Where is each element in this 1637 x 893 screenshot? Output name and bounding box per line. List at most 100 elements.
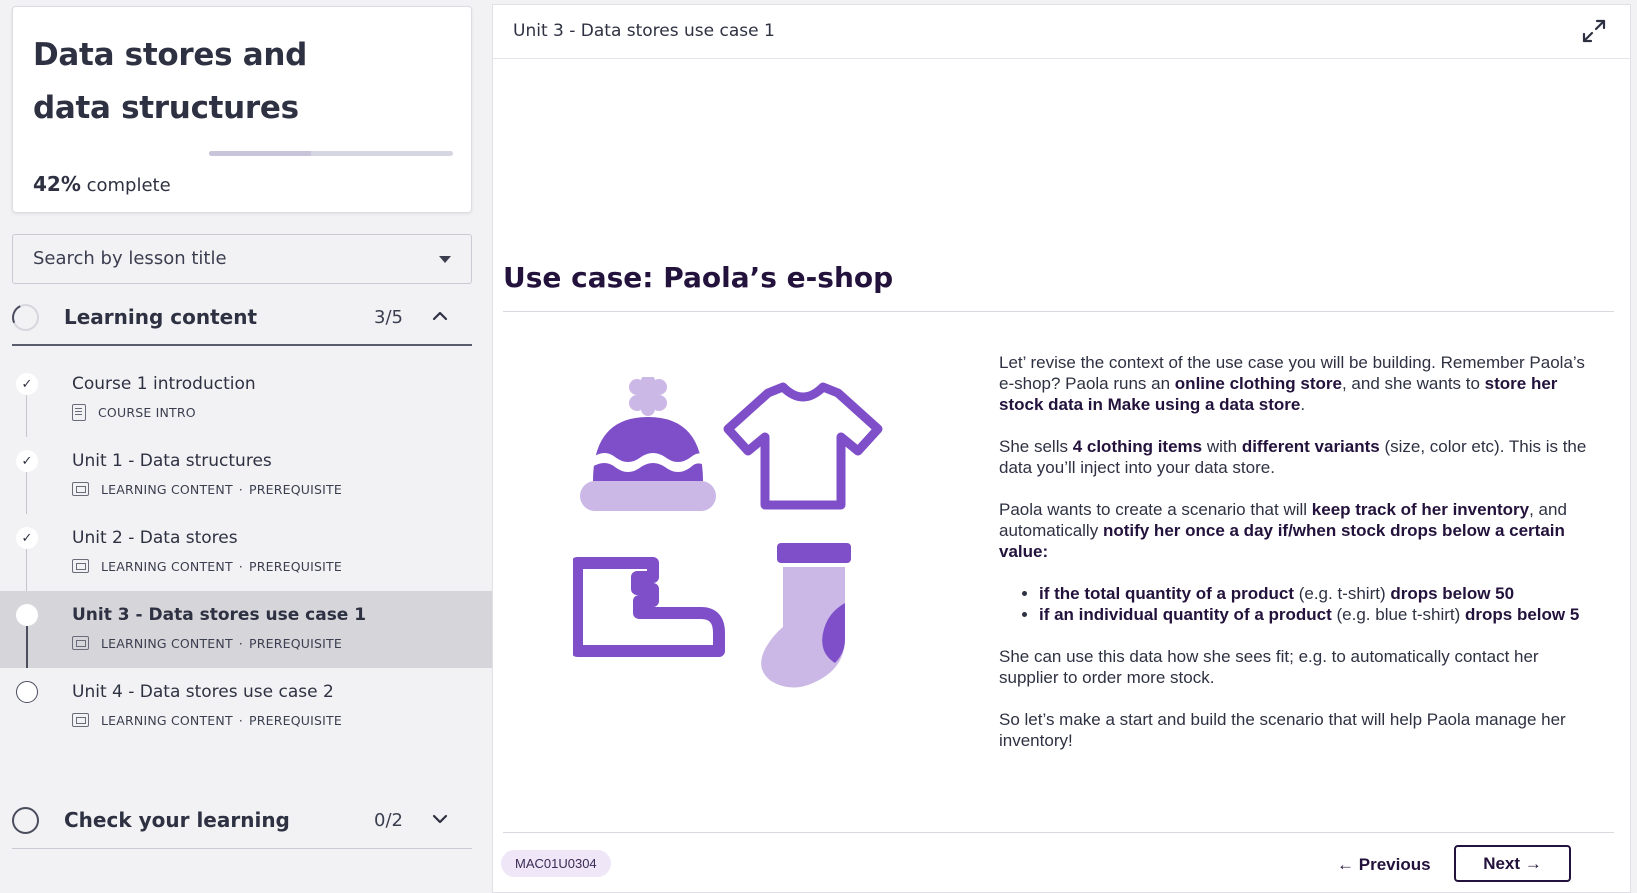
lesson-type: LEARNING CONTENT	[101, 558, 233, 574]
text-bold: if the total quantity of a product	[1039, 584, 1294, 603]
text-span: .	[1300, 395, 1306, 414]
text-span: She sells	[999, 437, 1073, 456]
lesson-item-unit-3[interactable]: Unit 3 - Data stores use case 1 LEARNING…	[0, 591, 492, 668]
section-header-check-your-learning[interactable]: Check your learning 0/2	[12, 793, 472, 849]
document-icon	[72, 403, 86, 421]
previous-button[interactable]: ← Previous	[1331, 848, 1437, 882]
lesson-meta: LEARNING CONTENT · PREREQUISITE	[72, 557, 342, 575]
lesson-type: LEARNING CONTENT	[101, 635, 233, 651]
lesson-title: Unit 3 - Data stores use case 1	[72, 605, 367, 625]
check-icon: ✓	[16, 373, 38, 395]
paragraph-items: She sells 4 clothing items with differen…	[999, 436, 1599, 478]
lesson-meta: LEARNING CONTENT · PREREQUISITE	[72, 480, 342, 498]
check-icon: ✓	[16, 450, 38, 472]
lesson-item-unit-4[interactable]: Unit 4 - Data stores use case 2 LEARNING…	[0, 668, 492, 745]
slides-icon	[72, 713, 89, 727]
progress-label: 42% complete	[33, 172, 171, 196]
unit-title: Unit 3 - Data stores use case 1	[513, 21, 775, 41]
meta-separator: ·	[238, 558, 243, 574]
lesson-meta: LEARNING CONTENT · PREREQUISITE	[72, 634, 342, 652]
progress-value: 42%	[33, 172, 81, 196]
sock-icon	[761, 543, 851, 688]
expand-fullscreen-icon[interactable]	[1580, 17, 1608, 45]
course-sidebar: Data stores and data structures 42% comp…	[0, 0, 492, 893]
text-bold: if an individual quantity of a product	[1039, 605, 1332, 624]
lesson-tag: PREREQUISITE	[248, 481, 342, 497]
text-span: with	[1202, 437, 1242, 456]
check-icon: ✓	[16, 527, 38, 549]
section-title: Learning content	[64, 305, 258, 329]
lesson-type: LEARNING CONTENT	[101, 481, 233, 497]
lesson-meta: COURSE INTRO	[72, 403, 196, 421]
text-span: Paola wants to create a scenario that wi…	[999, 500, 1312, 519]
section-count: 3/5	[374, 307, 403, 328]
slides-icon	[72, 559, 89, 573]
progress-bar	[209, 151, 453, 156]
search-placeholder: Search by lesson title	[33, 248, 227, 269]
chevron-down-icon[interactable]	[430, 809, 450, 829]
dropdown-caret-icon	[439, 256, 451, 263]
meta-separator: ·	[238, 481, 243, 497]
progress-ring-icon	[12, 807, 39, 834]
arrow-left-icon: ←	[1337, 855, 1354, 874]
beanie-hat-icon	[580, 377, 716, 511]
text-span: (e.g. blue t-shirt)	[1331, 605, 1465, 624]
heading-divider	[503, 311, 1614, 312]
section-divider	[12, 344, 472, 346]
text-bold: drops below 5	[1465, 605, 1580, 624]
progress-bar-fill	[209, 151, 312, 156]
lesson-item-course-intro[interactable]: ✓ Course 1 introduction COURSE INTRO	[0, 360, 492, 437]
course-progress-card: Data stores and data structures 42% comp…	[12, 6, 472, 213]
timeline-connector	[26, 472, 27, 514]
list-item: if the total quantity of a product (e.g.…	[1039, 583, 1599, 604]
empty-circle-icon	[16, 681, 38, 703]
section-count: 0/2	[374, 810, 403, 831]
section-title: Check your learning	[64, 808, 290, 832]
next-label: Next	[1483, 854, 1521, 873]
lesson-title: Unit 1 - Data structures	[72, 451, 272, 471]
text-span: , and she wants to	[1341, 374, 1485, 393]
section-divider	[12, 848, 472, 849]
lesson-meta: LEARNING CONTENT · PREREQUISITE	[72, 711, 342, 729]
previous-label: Previous	[1358, 855, 1431, 874]
lesson-type: LEARNING CONTENT	[101, 712, 233, 728]
list-item: if an individual quantity of a product (…	[1039, 604, 1599, 625]
next-button[interactable]: Next →	[1454, 845, 1571, 882]
timeline-connector	[25, 626, 28, 668]
lesson-type: COURSE INTRO	[98, 404, 196, 420]
current-lesson-dot-icon	[16, 604, 38, 626]
lesson-search-select[interactable]: Search by lesson title	[12, 234, 472, 284]
lesson-item-unit-2[interactable]: ✓ Unit 2 - Data stores LEARNING CONTENT …	[0, 514, 492, 591]
paragraph-closing: So let’s make a start and build the scen…	[999, 710, 1566, 750]
lesson-title: Unit 4 - Data stores use case 2	[72, 682, 334, 702]
threshold-list: if the total quantity of a product (e.g.…	[999, 583, 1599, 625]
text-bold: keep track of her inventory	[1311, 500, 1530, 519]
sneaker-icon	[573, 557, 725, 657]
paragraph-context: Let’ revise the context of the use case …	[999, 352, 1599, 415]
clothing-illustration	[573, 377, 883, 688]
lesson-header: Unit 3 - Data stores use case 1	[493, 5, 1630, 59]
course-title: Data stores and data structures	[33, 37, 307, 126]
t-shirt-icon	[723, 382, 883, 510]
progress-suffix: complete	[86, 175, 171, 196]
meta-separator: ·	[238, 635, 243, 651]
lesson-body-text: Let’ revise the context of the use case …	[999, 352, 1599, 772]
text-bold: drops below 50	[1390, 584, 1515, 603]
meta-separator: ·	[238, 712, 243, 728]
text-bold: 4 clothing items	[1072, 437, 1203, 456]
lesson-tag: PREREQUISITE	[248, 635, 342, 651]
slides-icon	[72, 636, 89, 650]
lesson-heading: Use case: Paola’s e-shop	[503, 261, 894, 294]
slides-icon	[72, 482, 89, 496]
footer-divider	[503, 832, 1614, 833]
chevron-up-icon[interactable]	[430, 306, 450, 326]
lesson-item-unit-1[interactable]: ✓ Unit 1 - Data structures LEARNING CONT…	[0, 437, 492, 514]
section-header-learning-content[interactable]: Learning content 3/5	[12, 290, 472, 346]
timeline-connector	[26, 549, 27, 591]
timeline-connector	[26, 395, 27, 437]
text-bold: different variants	[1241, 437, 1380, 456]
lesson-title: Course 1 introduction	[72, 374, 256, 394]
lesson-code-badge: MAC01U0304	[501, 850, 611, 877]
lesson-tag: PREREQUISITE	[248, 558, 342, 574]
lesson-tag: PREREQUISITE	[248, 712, 342, 728]
